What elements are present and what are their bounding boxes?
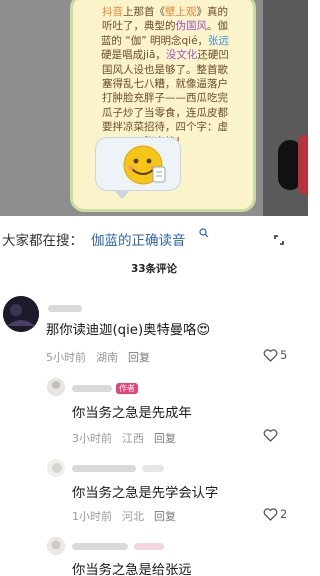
like-count: 2 (280, 507, 288, 521)
comment-time: 5小时前 (46, 351, 86, 364)
smiley-emoji-icon (123, 145, 166, 185)
avatar[interactable] (3, 296, 39, 332)
search-suggestion-link[interactable]: 伽蓝的正确读音 (91, 229, 186, 249)
avatar-image-icon (47, 537, 65, 555)
comment-location: 河北 (122, 510, 144, 523)
avatar[interactable] (47, 378, 65, 396)
heart-icon (263, 429, 278, 442)
video-player[interactable]: 抖音上那首《壁上观》真的 听吐了，典型的伪国风。伽 蓝的 “伽” 明明念qié，… (0, 0, 308, 216)
username-blurred (134, 543, 164, 550)
comment-meta: 1小时前 河北 回复 (72, 508, 186, 524)
username-blurred[interactable] (48, 305, 82, 312)
avatar[interactable] (47, 537, 65, 555)
comment-text: 你当务之急是给张远 (72, 563, 192, 576)
reply-button[interactable]: 回复 (154, 432, 176, 445)
comment-meta: 3小时前 江西 回复 (72, 430, 186, 446)
avatar-image-icon (3, 296, 39, 332)
like-button[interactable]: 5 (263, 348, 287, 362)
comment-location: 江西 (122, 432, 144, 445)
reply-button[interactable]: 回复 (154, 510, 176, 523)
reply-button[interactable]: 回复 (128, 351, 150, 364)
avatar-image-icon (47, 378, 65, 396)
username-blurred[interactable] (72, 543, 128, 550)
collapse-icon[interactable] (272, 233, 286, 247)
video-card-text: 抖音上那首《壁上观》真的 听吐了，典型的伪国风。伽 蓝的 “伽” 明明念qié，… (100, 6, 230, 148)
like-button[interactable]: 2 (263, 507, 287, 521)
video-text-card: 抖音上那首《壁上观》真的 听吐了，典型的伪国风。伽 蓝的 “伽” 明明念qié，… (70, 0, 256, 212)
comment-text: 你当务之急是先学会认字 (72, 486, 219, 501)
comment-count-title: 33条评论 (130, 263, 178, 275)
video-side-strip (263, 0, 308, 216)
comment-text: 你当务之急是先成年 (72, 406, 192, 421)
comment-meta: 5小时前 湖南 回复 (46, 349, 160, 365)
avatar-image-icon (47, 459, 65, 477)
username-blurred[interactable] (72, 465, 136, 472)
heart-icon (263, 348, 278, 362)
comment-time: 1小时前 (72, 510, 112, 523)
heart-icon (263, 507, 278, 521)
like-button[interactable] (263, 429, 280, 442)
like-count: 5 (280, 348, 288, 362)
avatar[interactable] (47, 459, 65, 477)
username-blurred (142, 465, 164, 472)
search-suggestion-label: 大家都在搜： (2, 233, 83, 249)
comment-location: 湖南 (96, 351, 118, 364)
comment-time: 3小时前 (72, 432, 112, 445)
username-blurred[interactable] (72, 385, 112, 392)
video-side-accent (298, 135, 308, 195)
author-badge: 作者 (116, 383, 138, 394)
comment-text: 那你读迪迦(qie)奥特曼咯😍 (46, 323, 211, 338)
search-icon[interactable] (199, 228, 209, 238)
